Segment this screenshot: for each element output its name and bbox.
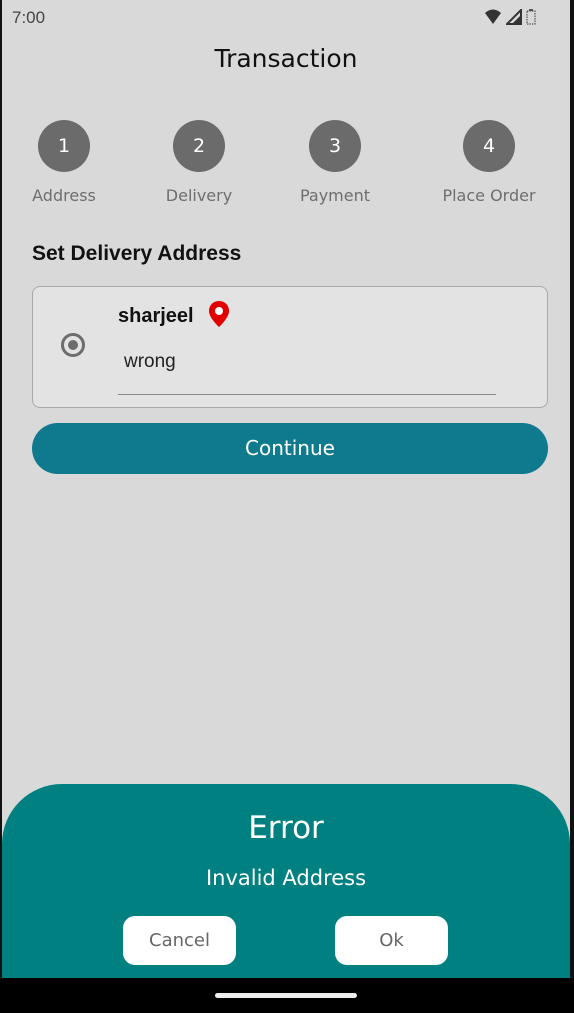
step-address: 1 Address xyxy=(4,120,124,205)
address-card[interactable]: sharjeel wrong xyxy=(32,286,548,408)
status-bar: 7:00 xyxy=(2,0,570,36)
address-input[interactable]: wrong xyxy=(118,337,496,395)
step-payment: 3 Payment xyxy=(275,120,395,205)
navigation-bar xyxy=(0,978,574,1013)
status-icons xyxy=(484,7,536,29)
signal-icon xyxy=(504,7,522,29)
continue-button[interactable]: Continue xyxy=(32,423,548,474)
step-place-order: 4 Place Order xyxy=(429,120,549,205)
home-handle[interactable] xyxy=(215,993,357,998)
screen: 7:00 Transaction 1 Address 2 Delivery 3 … xyxy=(2,0,570,978)
step-delivery: 2 Delivery xyxy=(139,120,259,205)
status-time: 7:00 xyxy=(12,8,46,27)
step-label: Address xyxy=(32,186,96,205)
cancel-button[interactable]: Cancel xyxy=(123,916,236,965)
step-number: 2 xyxy=(173,120,225,172)
location-pin-icon[interactable] xyxy=(208,300,230,328)
address-radio[interactable] xyxy=(61,333,85,357)
step-label: Place Order xyxy=(442,186,536,205)
section-title: Set Delivery Address xyxy=(32,242,242,265)
step-label: Delivery xyxy=(165,186,233,205)
step-number: 3 xyxy=(309,120,361,172)
error-title: Error xyxy=(248,810,324,846)
address-name: sharjeel xyxy=(118,305,194,327)
error-message: Invalid Address xyxy=(205,866,367,890)
ok-button[interactable]: Ok xyxy=(335,916,448,965)
wifi-icon xyxy=(484,9,502,29)
battery-icon xyxy=(526,9,536,29)
radio-selected-dot xyxy=(68,340,78,350)
step-label: Payment xyxy=(299,186,371,205)
step-number: 1 xyxy=(38,120,90,172)
address-input-value: wrong xyxy=(124,351,176,372)
error-dialog: Error Invalid Address Cancel Ok xyxy=(2,784,570,978)
step-number: 4 xyxy=(463,120,515,172)
page-title: Transaction xyxy=(214,44,358,73)
